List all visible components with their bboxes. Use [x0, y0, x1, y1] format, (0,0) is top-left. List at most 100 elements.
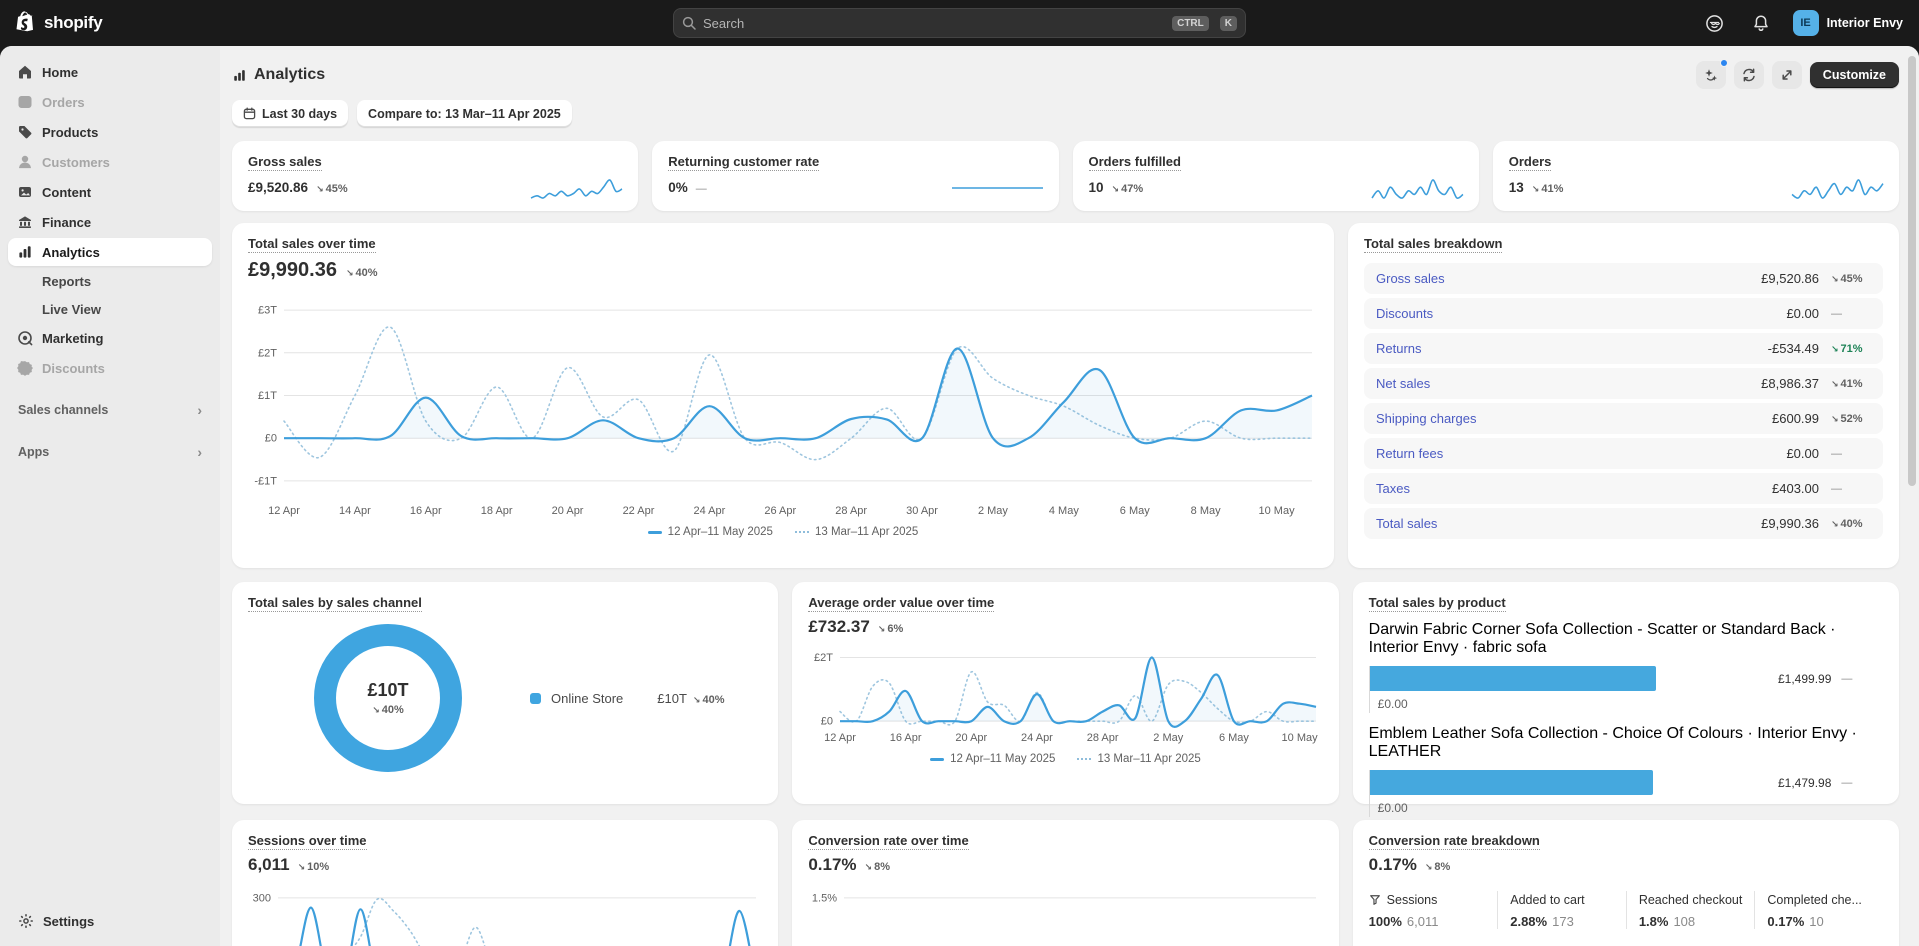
notifications-bell-icon[interactable] — [1747, 9, 1775, 37]
sidebar-section-sales-channels[interactable]: Sales channels › — [8, 396, 212, 424]
sales-by-product-card: Total sales by product Darwin Fabric Cor… — [1352, 582, 1899, 817]
sidebar-item-reports[interactable]: Reports — [8, 268, 212, 294]
sidekick-icon[interactable] — [1701, 9, 1729, 37]
admin-frame: Home Orders Products Customers Content F… — [0, 46, 1919, 946]
kpi-title-link[interactable]: Gross sales — [248, 154, 322, 171]
ai-insights-button[interactable] — [1695, 59, 1728, 89]
svg-text:2 May: 2 May — [978, 505, 1008, 517]
legend-swatch — [530, 692, 541, 704]
svg-text:£0: £0 — [265, 433, 277, 445]
svg-text:£0: £0 — [821, 716, 833, 728]
products-tag-icon — [16, 124, 33, 141]
expand-fullscreen-button[interactable] — [1771, 61, 1802, 89]
svg-text:18 Apr: 18 Apr — [481, 505, 513, 517]
svg-text:2 May: 2 May — [1154, 732, 1184, 744]
scrollbar-thumb[interactable] — [1908, 56, 1916, 486]
product-prev-value: £0.00 — [1377, 697, 1408, 711]
date-range-button[interactable]: Last 30 days — [232, 100, 349, 127]
change-badge: 45% — [316, 183, 348, 195]
svg-text:£2T: £2T — [258, 347, 277, 359]
svg-text:£3T: £3T — [258, 305, 277, 317]
compare-to-button[interactable]: Compare to: 13 Mar–11 Apr 2025 — [357, 100, 572, 127]
customize-button[interactable]: Customize — [1809, 62, 1899, 88]
sparkline-chart — [1790, 175, 1885, 201]
aov-line-chart: £2T £0 12 Apr 16 Apr 20 Apr 24 Apr 28 Apr 2 May… — [808, 641, 1322, 747]
svg-text:12 Apr: 12 Apr — [268, 505, 300, 517]
sidebar-section-apps[interactable]: Apps › — [8, 438, 212, 466]
product-label: Darwin Fabric Corner Sofa Collection - S… — [1368, 621, 1836, 656]
conversion-line-chart: 1.5% — [808, 881, 1322, 946]
change-badge: 8% — [865, 861, 890, 873]
card-title-link[interactable]: Average order value over time — [808, 595, 995, 612]
change-badge: 6% — [878, 623, 903, 635]
funnel-icon — [1369, 894, 1381, 906]
svg-text:28 Apr: 28 Apr — [1087, 732, 1119, 744]
breakdown-row-returns[interactable]: Returns-£534.4971% — [1364, 333, 1883, 364]
store-menu[interactable]: IE Interior Envy — [1792, 10, 1903, 36]
kpi-title-link[interactable]: Orders fulfilled — [1088, 154, 1181, 171]
sidebar: Home Orders Products Customers Content F… — [0, 46, 220, 946]
notification-dot — [1719, 59, 1728, 67]
card-title-link[interactable]: Total sales breakdown — [1364, 236, 1503, 253]
sidebar-item-analytics[interactable]: Analytics — [8, 238, 212, 266]
legend-current-period[interactable]: 12 Apr–11 May 2025 — [930, 753, 1055, 765]
sidebar-item-discounts[interactable]: Discounts — [8, 354, 212, 382]
change-badge: 10% — [298, 861, 329, 873]
card-title-link[interactable]: Sessions over time — [248, 833, 367, 850]
legend-current-period[interactable]: 12 Apr–11 May 2025 — [647, 526, 773, 538]
kbd-k: K — [1219, 15, 1237, 31]
svg-text:300: 300 — [253, 892, 271, 904]
card-title-link[interactable]: Total sales over time — [248, 236, 376, 253]
legend-previous-period[interactable]: 13 Mar–11 Apr 2025 — [1077, 753, 1201, 765]
sidebar-item-products[interactable]: Products — [8, 118, 212, 146]
breakdown-row-return-fees[interactable]: Return fees £0.00— — [1364, 438, 1883, 469]
refresh-button[interactable] — [1733, 61, 1764, 89]
breakdown-row-net-sales[interactable]: Net sales£8,986.3741% — [1364, 368, 1883, 399]
shopify-logo[interactable]: shopify — [16, 11, 103, 35]
svg-text:6 May: 6 May — [1219, 732, 1249, 744]
legend-previous-period[interactable]: 13 Mar–11 Apr 2025 — [794, 526, 918, 538]
card-title-link[interactable]: Total sales by product — [1368, 595, 1506, 612]
card-title-link[interactable]: Conversion rate breakdown — [1368, 833, 1540, 850]
kpi-title-link[interactable]: Orders — [1508, 154, 1552, 171]
card-title-link[interactable]: Conversion rate over time — [808, 833, 969, 850]
svg-text:30 Apr: 30 Apr — [906, 505, 938, 517]
total-sales-line-chart: £3T £2T £1T £0 -£1T 12 Apr 14 Apr 16 Apr 18 Apr 2… — [248, 286, 1318, 520]
kpi-title-link[interactable]: Returning customer rate — [668, 154, 820, 171]
sidebar-item-customers[interactable]: Customers — [8, 148, 212, 176]
dotted-swatch — [794, 531, 809, 533]
breakdown-row-total-sales[interactable]: Total sales£9,990.3640% — [1364, 508, 1883, 539]
breakdown-row-gross-sales[interactable]: Gross sales£9,520.8645% — [1364, 263, 1883, 294]
analytics-bars-icon — [16, 244, 33, 261]
product-label: Emblem Leather Sofa Collection - Choice … — [1368, 725, 1857, 760]
conversion-rate-over-time-card: Conversion rate over time 0.17%8% 1.5% — [792, 820, 1339, 946]
breakdown-row-shipping-charges[interactable]: Shipping charges£600.9952% — [1364, 403, 1883, 434]
search-input[interactable]: Search CTRL K — [673, 8, 1246, 38]
sidebar-item-orders[interactable]: Orders — [8, 88, 212, 116]
donut-legend-online-store[interactable]: Online Store £10T40% — [530, 691, 724, 706]
svg-text:£2T: £2T — [814, 652, 833, 664]
sparkline-chart — [1370, 175, 1465, 201]
gear-icon — [18, 913, 34, 929]
discounts-icon — [16, 360, 33, 377]
main-content: Analytics Customize Last 30 days Compare… — [220, 46, 1919, 946]
card-title-link[interactable]: Total sales by sales channel — [248, 595, 422, 612]
svg-text:14 Apr: 14 Apr — [339, 505, 371, 517]
sidebar-item-live-view[interactable]: Live View — [8, 296, 212, 322]
breakdown-row-discounts[interactable]: Discounts £0.00— — [1364, 298, 1883, 329]
change-badge: 41% — [1532, 183, 1563, 195]
svg-text:16 Apr: 16 Apr — [890, 732, 922, 744]
sidebar-item-content[interactable]: Content — [8, 178, 212, 206]
home-icon — [16, 64, 33, 81]
svg-text:10 May: 10 May — [1282, 732, 1319, 744]
sidebar-item-marketing[interactable]: Marketing — [8, 324, 212, 352]
sales-by-channel-card: Total sales by sales channel £10T 40% On… — [232, 582, 779, 804]
sidebar-item-settings[interactable]: Settings — [8, 906, 212, 936]
total-sales-breakdown-card: Total sales breakdown Gross sales £9,520.… — [1348, 223, 1899, 568]
breakdown-row-taxes[interactable]: Taxes £403.00— — [1364, 473, 1883, 504]
funnel-step-sessions: Sessions 100% 6,011 — [1368, 893, 1439, 929]
sparkline-chart — [950, 175, 1045, 201]
sidebar-item-home[interactable]: Home — [8, 58, 212, 86]
funnel-step-completed-checkout: Completed che... 0.17% 10 — [1754, 891, 1883, 929]
sidebar-item-finance[interactable]: Finance — [8, 208, 212, 236]
